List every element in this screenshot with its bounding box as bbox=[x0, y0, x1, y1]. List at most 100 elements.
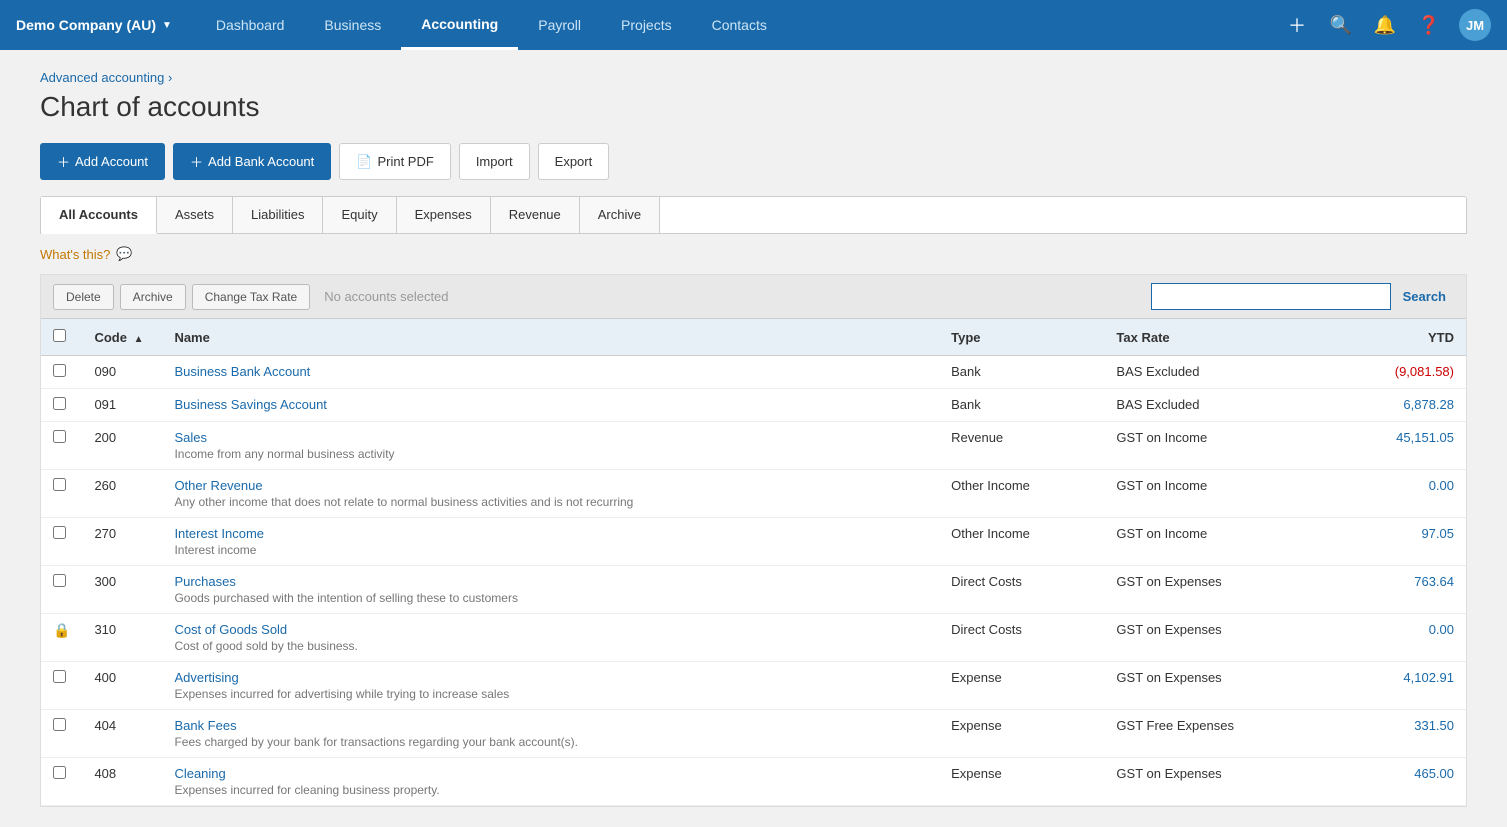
help-icon-button[interactable]: ❓ bbox=[1415, 11, 1443, 39]
account-tabs: All Accounts Assets Liabilities Equity E… bbox=[40, 196, 1467, 234]
account-name-link[interactable]: Bank Fees bbox=[174, 718, 236, 733]
row-checkbox-cell bbox=[41, 356, 82, 389]
tab-assets[interactable]: Assets bbox=[157, 197, 233, 233]
tab-revenue[interactable]: Revenue bbox=[491, 197, 580, 233]
row-checkbox[interactable] bbox=[53, 574, 66, 587]
row-checkbox[interactable] bbox=[53, 478, 66, 491]
row-tax-rate: BAS Excluded bbox=[1104, 389, 1332, 422]
row-type: Expense bbox=[939, 662, 1104, 710]
row-name-cell: Purchases Goods purchased with the inten… bbox=[162, 566, 939, 614]
archive-button[interactable]: Archive bbox=[120, 284, 186, 310]
account-name-link[interactable]: Purchases bbox=[174, 574, 235, 589]
top-navigation: Demo Company (AU) ▼ Dashboard Business A… bbox=[0, 0, 1507, 50]
row-checkbox-cell bbox=[41, 710, 82, 758]
account-description: Fees charged by your bank for transactio… bbox=[174, 735, 927, 749]
row-checkbox[interactable] bbox=[53, 718, 66, 731]
row-code: 091 bbox=[82, 389, 162, 422]
row-checkbox[interactable] bbox=[53, 397, 66, 410]
row-checkbox-cell bbox=[41, 422, 82, 470]
nav-item-dashboard[interactable]: Dashboard bbox=[196, 0, 305, 50]
change-tax-rate-button[interactable]: Change Tax Rate bbox=[192, 284, 311, 310]
search-button[interactable]: Search bbox=[1395, 284, 1454, 309]
whats-this-link[interactable]: What's this? 💬 bbox=[40, 246, 1467, 262]
search-icon-button[interactable]: 🔍 bbox=[1327, 11, 1355, 39]
row-code: 408 bbox=[82, 758, 162, 806]
account-name-link[interactable]: Business Savings Account bbox=[174, 397, 326, 412]
plus-icon: ＋ bbox=[57, 152, 70, 171]
account-name-link[interactable]: Cleaning bbox=[174, 766, 225, 781]
nav-item-payroll[interactable]: Payroll bbox=[518, 0, 601, 50]
row-checkbox[interactable] bbox=[53, 766, 66, 779]
add-icon-button[interactable]: ＋ bbox=[1283, 11, 1311, 39]
row-name-cell: Cost of Goods Sold Cost of good sold by … bbox=[162, 614, 939, 662]
account-name-link[interactable]: Other Revenue bbox=[174, 478, 262, 493]
row-name-cell: Interest Income Interest income bbox=[162, 518, 939, 566]
header-name[interactable]: Name bbox=[162, 319, 939, 356]
account-name-link[interactable]: Interest Income bbox=[174, 526, 264, 541]
row-name-cell: Business Bank Account bbox=[162, 356, 939, 389]
table-header-row: Code ▲ Name Type Tax Rate YTD bbox=[41, 319, 1466, 356]
row-checkbox[interactable] bbox=[53, 526, 66, 539]
search-input[interactable] bbox=[1151, 283, 1391, 310]
row-checkbox-cell bbox=[41, 662, 82, 710]
account-name-link[interactable]: Cost of Goods Sold bbox=[174, 622, 287, 637]
row-checkbox-cell bbox=[41, 758, 82, 806]
export-button[interactable]: Export bbox=[538, 143, 610, 180]
notifications-icon-button[interactable]: 🔔 bbox=[1371, 11, 1399, 39]
row-type: Direct Costs bbox=[939, 566, 1104, 614]
row-ytd: 4,102.91 bbox=[1332, 662, 1466, 710]
row-name-cell: Other Revenue Any other income that does… bbox=[162, 470, 939, 518]
tab-archive[interactable]: Archive bbox=[580, 197, 660, 233]
tab-liabilities[interactable]: Liabilities bbox=[233, 197, 323, 233]
chevron-down-icon: ▼ bbox=[162, 20, 172, 31]
add-account-button[interactable]: ＋ Add Account bbox=[40, 143, 165, 180]
tab-all-accounts[interactable]: All Accounts bbox=[41, 197, 157, 234]
row-ytd: 0.00 bbox=[1332, 614, 1466, 662]
account-name-link[interactable]: Sales bbox=[174, 430, 207, 445]
header-type[interactable]: Type bbox=[939, 319, 1104, 356]
row-type: Direct Costs bbox=[939, 614, 1104, 662]
row-type: Other Income bbox=[939, 518, 1104, 566]
print-pdf-button[interactable]: 📄 Print PDF bbox=[339, 143, 451, 180]
row-checkbox[interactable] bbox=[53, 670, 66, 683]
row-ytd: 331.50 bbox=[1332, 710, 1466, 758]
import-button[interactable]: Import bbox=[459, 143, 530, 180]
bank-plus-icon: ＋ bbox=[190, 152, 203, 171]
row-type: Expense bbox=[939, 710, 1104, 758]
delete-button[interactable]: Delete bbox=[53, 284, 114, 310]
account-name-link[interactable]: Advertising bbox=[174, 670, 238, 685]
row-name-cell: Advertising Expenses incurred for advert… bbox=[162, 662, 939, 710]
action-buttons: ＋ Add Account ＋ Add Bank Account 📄 Print… bbox=[40, 143, 1467, 180]
nav-item-business[interactable]: Business bbox=[304, 0, 401, 50]
row-type: Expense bbox=[939, 758, 1104, 806]
avatar[interactable]: JM bbox=[1459, 9, 1491, 41]
table-toolbar: Delete Archive Change Tax Rate No accoun… bbox=[41, 275, 1466, 319]
nav-item-contacts[interactable]: Contacts bbox=[692, 0, 787, 50]
breadcrumb[interactable]: Advanced accounting › bbox=[40, 70, 1467, 85]
row-ytd: 45,151.05 bbox=[1332, 422, 1466, 470]
header-code[interactable]: Code ▲ bbox=[82, 319, 162, 356]
table-row: 091 Business Savings Account Bank BAS Ex… bbox=[41, 389, 1466, 422]
header-ytd[interactable]: YTD bbox=[1332, 319, 1466, 356]
row-tax-rate: GST on Expenses bbox=[1104, 566, 1332, 614]
company-selector[interactable]: Demo Company (AU) ▼ bbox=[16, 17, 172, 33]
tab-expenses[interactable]: Expenses bbox=[397, 197, 491, 233]
account-name-link[interactable]: Business Bank Account bbox=[174, 364, 310, 379]
nav-item-projects[interactable]: Projects bbox=[601, 0, 692, 50]
company-name: Demo Company (AU) bbox=[16, 17, 156, 33]
row-ytd: 97.05 bbox=[1332, 518, 1466, 566]
row-checkbox[interactable] bbox=[53, 430, 66, 443]
add-bank-account-button[interactable]: ＋ Add Bank Account bbox=[173, 143, 331, 180]
row-name-cell: Cleaning Expenses incurred for cleaning … bbox=[162, 758, 939, 806]
sort-arrow-icon: ▲ bbox=[134, 334, 144, 345]
table-row: 404 Bank Fees Fees charged by your bank … bbox=[41, 710, 1466, 758]
select-all-checkbox[interactable] bbox=[53, 329, 66, 342]
header-tax-rate[interactable]: Tax Rate bbox=[1104, 319, 1332, 356]
row-checkbox[interactable] bbox=[53, 364, 66, 377]
nav-item-accounting[interactable]: Accounting bbox=[401, 0, 518, 50]
row-tax-rate: BAS Excluded bbox=[1104, 356, 1332, 389]
row-ytd: 0.00 bbox=[1332, 470, 1466, 518]
account-description: Any other income that does not relate to… bbox=[174, 495, 927, 509]
tab-equity[interactable]: Equity bbox=[323, 197, 396, 233]
row-checkbox-cell: 🔒 bbox=[41, 614, 82, 662]
